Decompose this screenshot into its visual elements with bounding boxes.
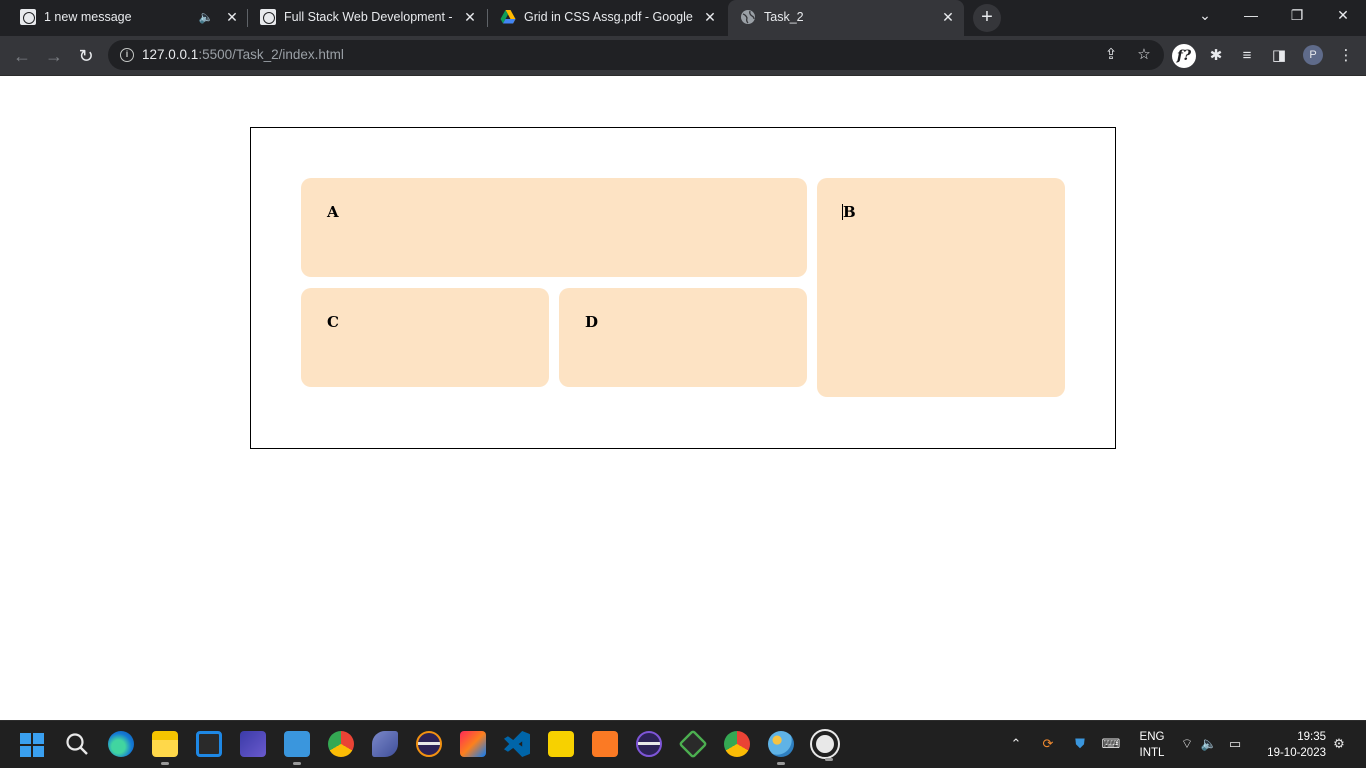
tab-title: Full Stack Web Development - C [284, 10, 454, 24]
language-code: ENG [1139, 731, 1165, 743]
reload-button[interactable]: ↻ [72, 42, 100, 70]
bookmark-star-icon[interactable]: ☆ [1134, 45, 1154, 65]
close-tab-icon[interactable]: ✕ [460, 7, 480, 27]
grid-item-d: D [559, 288, 807, 387]
volume-icon[interactable]: 🔈 [1200, 735, 1218, 753]
chrome-profile-icon[interactable] [724, 731, 750, 757]
media-control-icon[interactable]: ≡ [1233, 42, 1261, 70]
tab-grid-pdf[interactable]: Grid in CSS Assg.pdf - Google D ✕ [488, 0, 726, 34]
security-shield-icon[interactable]: ⛊ [1070, 735, 1090, 753]
tab-task-2[interactable]: Task_2 ✕ [728, 0, 964, 36]
restore-button[interactable]: ❐ [1274, 0, 1320, 32]
clock[interactable]: 19:35 19-10-2023 [1252, 729, 1326, 761]
profile-avatar[interactable]: P [1303, 45, 1323, 65]
grid-item-label: C [327, 313, 339, 331]
tab-title: 1 new message [44, 10, 132, 24]
microsoft-store-icon[interactable] [196, 731, 222, 757]
url-host: 127.0.0.1 [142, 47, 199, 62]
grid-item-label: B [843, 203, 856, 221]
tab-title: Task_2 [764, 10, 804, 24]
git-icon[interactable] [678, 729, 708, 759]
clock-date: 19-10-2023 [1267, 747, 1326, 759]
file-explorer-icon[interactable] [152, 731, 178, 765]
new-tab-button[interactable]: + [973, 4, 1001, 32]
site-info-icon[interactable]: i [120, 48, 134, 62]
eclipse-icon[interactable] [636, 731, 662, 757]
paint-icon[interactable] [768, 731, 794, 765]
forward-button[interactable]: → [40, 42, 68, 70]
speaker-icon[interactable]: 🔈 [196, 7, 216, 27]
start-icon[interactable] [20, 733, 44, 757]
battery-icon[interactable]: ▭ [1224, 735, 1246, 753]
keyboard-icon[interactable]: ⌨ [1100, 735, 1122, 753]
close-window-button[interactable]: ✕ [1320, 0, 1366, 32]
wordpress-icon [260, 9, 276, 25]
obs-icon[interactable] [812, 731, 838, 761]
url-path: :5500/Task_2/index.html [198, 47, 344, 62]
close-tab-icon[interactable]: ✕ [938, 7, 958, 27]
tab-strip: 1 new message 🔈 ✕ Full Stack Web Develop… [0, 0, 1366, 36]
tab-search-icon[interactable]: ⌄ [1182, 0, 1228, 32]
browser-toolbar: ← → ↻ i 127.0.0.1:5500/Task_2/index.html… [0, 36, 1366, 76]
grid-item-c: C [301, 288, 549, 387]
chrome-icon[interactable] [328, 731, 354, 757]
grid-item-b: B [817, 178, 1065, 397]
show-hidden-icons-icon[interactable]: ⌃ [1006, 735, 1026, 753]
eclipse-icon[interactable] [416, 731, 442, 757]
xampp-icon[interactable] [592, 731, 618, 757]
share-icon[interactable]: ⇪ [1101, 45, 1121, 65]
language-indicator[interactable]: ENG INTL [1136, 729, 1168, 761]
page-content: A B C D [0, 77, 1366, 720]
close-tab-icon[interactable]: ✕ [700, 7, 720, 27]
url-text[interactable]: 127.0.0.1:5500/Task_2/index.html [142, 47, 344, 63]
sticky-notes-icon[interactable] [548, 731, 574, 757]
extension-f-icon[interactable]: f? [1172, 44, 1196, 68]
dolphin-icon[interactable] [372, 731, 398, 757]
tab-full-stack[interactable]: Full Stack Web Development - C ✕ [248, 0, 488, 34]
tab-messages[interactable]: 1 new message 🔈 ✕ [8, 0, 248, 34]
sync-icon[interactable]: ⟳ [1038, 735, 1058, 753]
grid-container: A B C D [250, 127, 1116, 449]
back-button[interactable]: ← [8, 42, 36, 70]
grid-item-a: A [301, 178, 807, 277]
address-bar[interactable]: i 127.0.0.1:5500/Task_2/index.html ⇪ ☆ [108, 40, 1164, 70]
vscode-icon[interactable] [504, 731, 530, 757]
taskbar: ⌃ ⟳ ⛊ ⌨ ENG INTL ⌔ 🔈 ▭ 19:35 19-10-2023 … [0, 720, 1366, 768]
menu-kebab-icon[interactable]: ⋮ [1332, 42, 1360, 70]
notifications-icon[interactable]: ⚙ [1330, 735, 1348, 753]
app-icon[interactable] [240, 731, 266, 757]
globe-icon [741, 10, 755, 24]
edge-icon[interactable] [108, 731, 134, 757]
wifi-icon[interactable]: ⌔ [1178, 735, 1196, 753]
clock-time: 19:35 [1297, 731, 1326, 743]
grid-item-label: A [327, 203, 339, 221]
grid-item-label: D [585, 313, 599, 331]
tab-title: Grid in CSS Assg.pdf - Google D [524, 10, 694, 24]
wordpress-icon [20, 9, 36, 25]
extensions-puzzle-icon[interactable]: ✱ [1202, 42, 1230, 70]
google-drive-icon [500, 10, 516, 24]
keyboard-layout: INTL [1139, 747, 1165, 759]
close-tab-icon[interactable]: ✕ [222, 7, 242, 27]
side-panel-icon[interactable]: ◨ [1265, 42, 1293, 70]
notepad-icon[interactable] [284, 731, 310, 765]
minimize-button[interactable]: — [1228, 0, 1274, 32]
search-icon[interactable] [64, 731, 90, 757]
intellij-icon[interactable] [460, 731, 486, 757]
